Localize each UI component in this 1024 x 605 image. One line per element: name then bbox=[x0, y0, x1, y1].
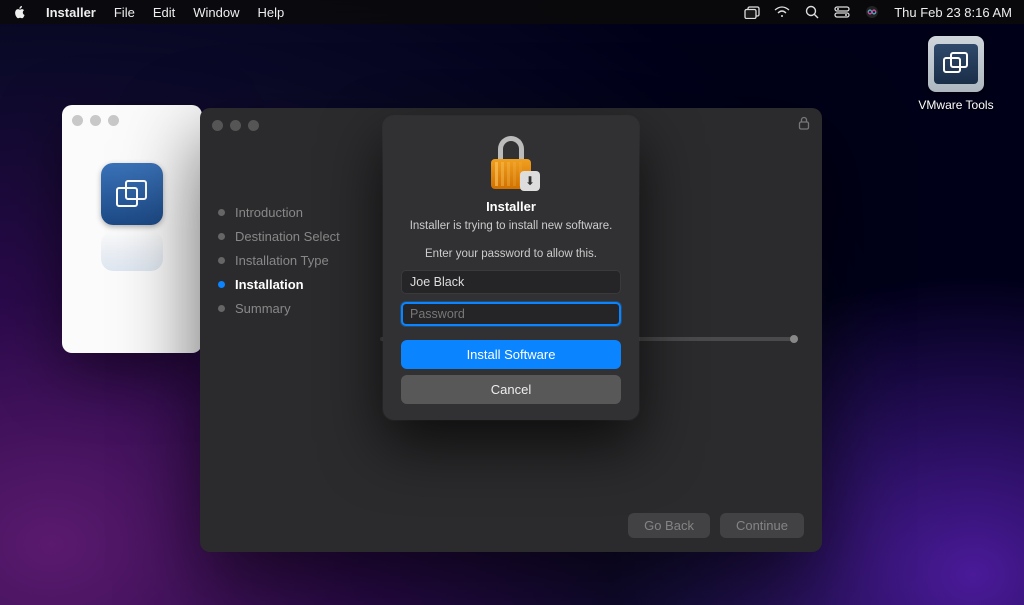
disk-icon bbox=[928, 36, 984, 92]
desktop-icon-label: VMware Tools bbox=[916, 98, 996, 112]
wifi-icon[interactable] bbox=[774, 4, 790, 20]
go-back-button[interactable]: Go Back bbox=[628, 513, 710, 538]
menu-file[interactable]: File bbox=[114, 5, 135, 20]
step-label: Summary bbox=[235, 301, 291, 316]
step-label: Installation Type bbox=[235, 253, 329, 268]
menubar: Installer File Edit Window Help Thu Feb … bbox=[0, 0, 1024, 24]
zoom-icon[interactable] bbox=[108, 115, 119, 126]
lock-icon bbox=[798, 116, 810, 135]
apple-menu-icon[interactable] bbox=[12, 4, 28, 20]
app-name[interactable]: Installer bbox=[46, 5, 96, 20]
lock-large-icon: ⬇ bbox=[486, 134, 536, 189]
cancel-button[interactable]: Cancel bbox=[401, 375, 621, 404]
install-software-button[interactable]: Install Software bbox=[401, 340, 621, 369]
menu-edit[interactable]: Edit bbox=[153, 5, 175, 20]
minimize-icon[interactable] bbox=[230, 120, 241, 131]
continue-button[interactable]: Continue bbox=[720, 513, 804, 538]
step-introduction: Introduction bbox=[218, 200, 370, 224]
step-destination: Destination Select bbox=[218, 224, 370, 248]
siri-icon[interactable] bbox=[864, 4, 880, 20]
close-icon[interactable] bbox=[72, 115, 83, 126]
step-type: Installation Type bbox=[218, 248, 370, 272]
traffic-lights[interactable] bbox=[212, 120, 259, 131]
close-icon[interactable] bbox=[212, 120, 223, 131]
control-center-icon[interactable] bbox=[834, 4, 850, 20]
minimize-icon[interactable] bbox=[90, 115, 101, 126]
step-summary: Summary bbox=[218, 296, 370, 320]
installer-badge-icon: ⬇ bbox=[520, 171, 540, 191]
background-window[interactable] bbox=[62, 105, 202, 353]
auth-dialog: ⬇ Installer Installer is trying to insta… bbox=[383, 116, 639, 420]
desktop-icon-vmware-tools[interactable]: VMware Tools bbox=[916, 36, 996, 112]
step-installation: Installation bbox=[218, 272, 370, 296]
zoom-icon[interactable] bbox=[248, 120, 259, 131]
logo-reflection bbox=[101, 231, 163, 271]
password-field[interactable] bbox=[401, 302, 621, 326]
step-label: Introduction bbox=[235, 205, 303, 220]
installer-logo bbox=[101, 163, 163, 225]
menubar-clock[interactable]: Thu Feb 23 8:16 AM bbox=[894, 5, 1012, 20]
spotlight-icon[interactable] bbox=[804, 4, 820, 20]
traffic-lights[interactable] bbox=[72, 115, 119, 126]
auth-message: Installer is trying to install new softw… bbox=[401, 220, 621, 232]
step-label: Installation bbox=[235, 277, 304, 292]
auth-prompt: Enter your password to allow this. bbox=[401, 248, 621, 260]
menu-window[interactable]: Window bbox=[193, 5, 239, 20]
username-field[interactable] bbox=[401, 270, 621, 294]
menu-help[interactable]: Help bbox=[257, 5, 284, 20]
auth-title: Installer bbox=[401, 199, 621, 214]
installer-steps: Introduction Destination Select Installa… bbox=[200, 142, 380, 506]
stage-manager-icon[interactable] bbox=[744, 4, 760, 20]
step-label: Destination Select bbox=[235, 229, 340, 244]
